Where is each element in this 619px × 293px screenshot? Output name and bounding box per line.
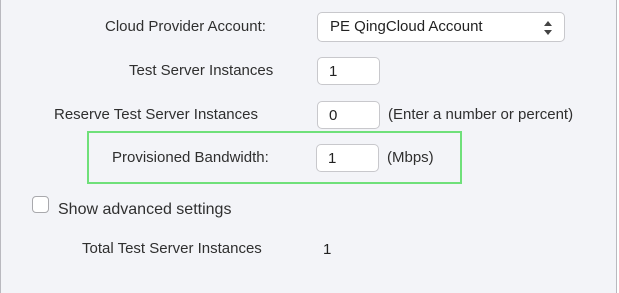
settings-panel: Cloud Provider Account: PE QingCloud Acc… [0,0,617,293]
test-server-instances-input[interactable] [317,57,380,85]
cloud-provider-selected-value: PE QingCloud Account [330,18,483,35]
total-instances-label: Total Test Server Instances [82,240,262,257]
test-server-instances-label: Test Server Instances [129,62,274,79]
up-down-arrows-icon [544,21,552,35]
cloud-provider-select[interactable]: PE QingCloud Account [317,12,565,42]
reserve-instances-input[interactable] [317,101,380,129]
total-instances-value: 1 [323,241,332,258]
advanced-settings-label[interactable]: Show advanced settings [58,201,231,219]
bandwidth-label: Provisioned Bandwidth: [112,149,269,166]
reserve-instances-hint: (Enter a number or percent) [388,106,574,123]
bandwidth-unit: (Mbps) [387,149,434,166]
reserve-instances-label: Reserve Test Server Instances [54,106,258,123]
cloud-provider-label: Cloud Provider Account: [105,18,266,35]
bandwidth-input[interactable] [316,144,379,172]
advanced-settings-checkbox[interactable] [32,196,49,213]
